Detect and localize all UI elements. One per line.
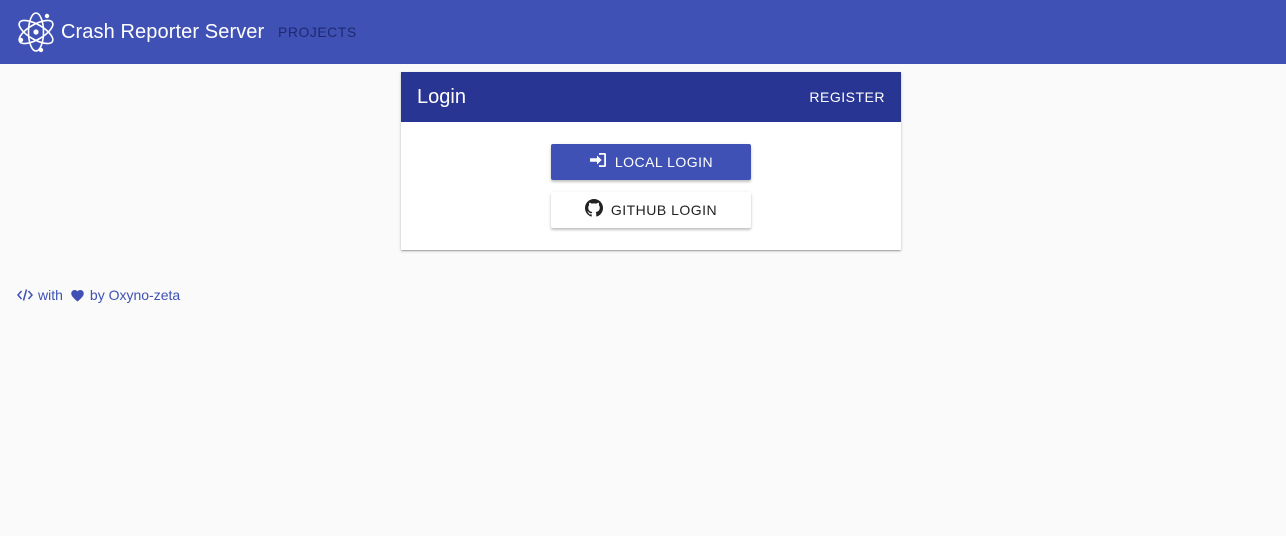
app-title[interactable]: Crash Reporter Server <box>61 20 264 44</box>
footer: with by Oxyno-zeta <box>17 286 180 304</box>
local-login-label: LOCAL LOGIN <box>614 154 714 170</box>
login-card: Login REGISTER LOCAL LOGIN GITHUB LOGIN <box>401 72 901 250</box>
register-button[interactable]: REGISTER <box>809 89 885 105</box>
code-icon <box>17 288 33 302</box>
sign-in-icon <box>589 151 607 169</box>
local-login-button[interactable]: LOCAL LOGIN <box>551 144 751 180</box>
footer-author-link[interactable]: by Oxyno-zeta <box>90 286 180 304</box>
heart-icon <box>70 288 85 302</box>
github-login-button[interactable]: GITHUB LOGIN <box>551 192 751 228</box>
login-card-header: Login REGISTER <box>401 72 901 122</box>
top-app-bar: Crash Reporter Server PROJECTS <box>0 0 1286 64</box>
login-card-title: Login <box>417 86 466 108</box>
footer-with-text: with <box>38 287 63 303</box>
github-icon <box>584 199 603 217</box>
github-login-label: GITHUB LOGIN <box>610 202 718 218</box>
nav-projects-link[interactable]: PROJECTS <box>278 24 357 40</box>
atom-logo-icon[interactable] <box>15 10 57 54</box>
